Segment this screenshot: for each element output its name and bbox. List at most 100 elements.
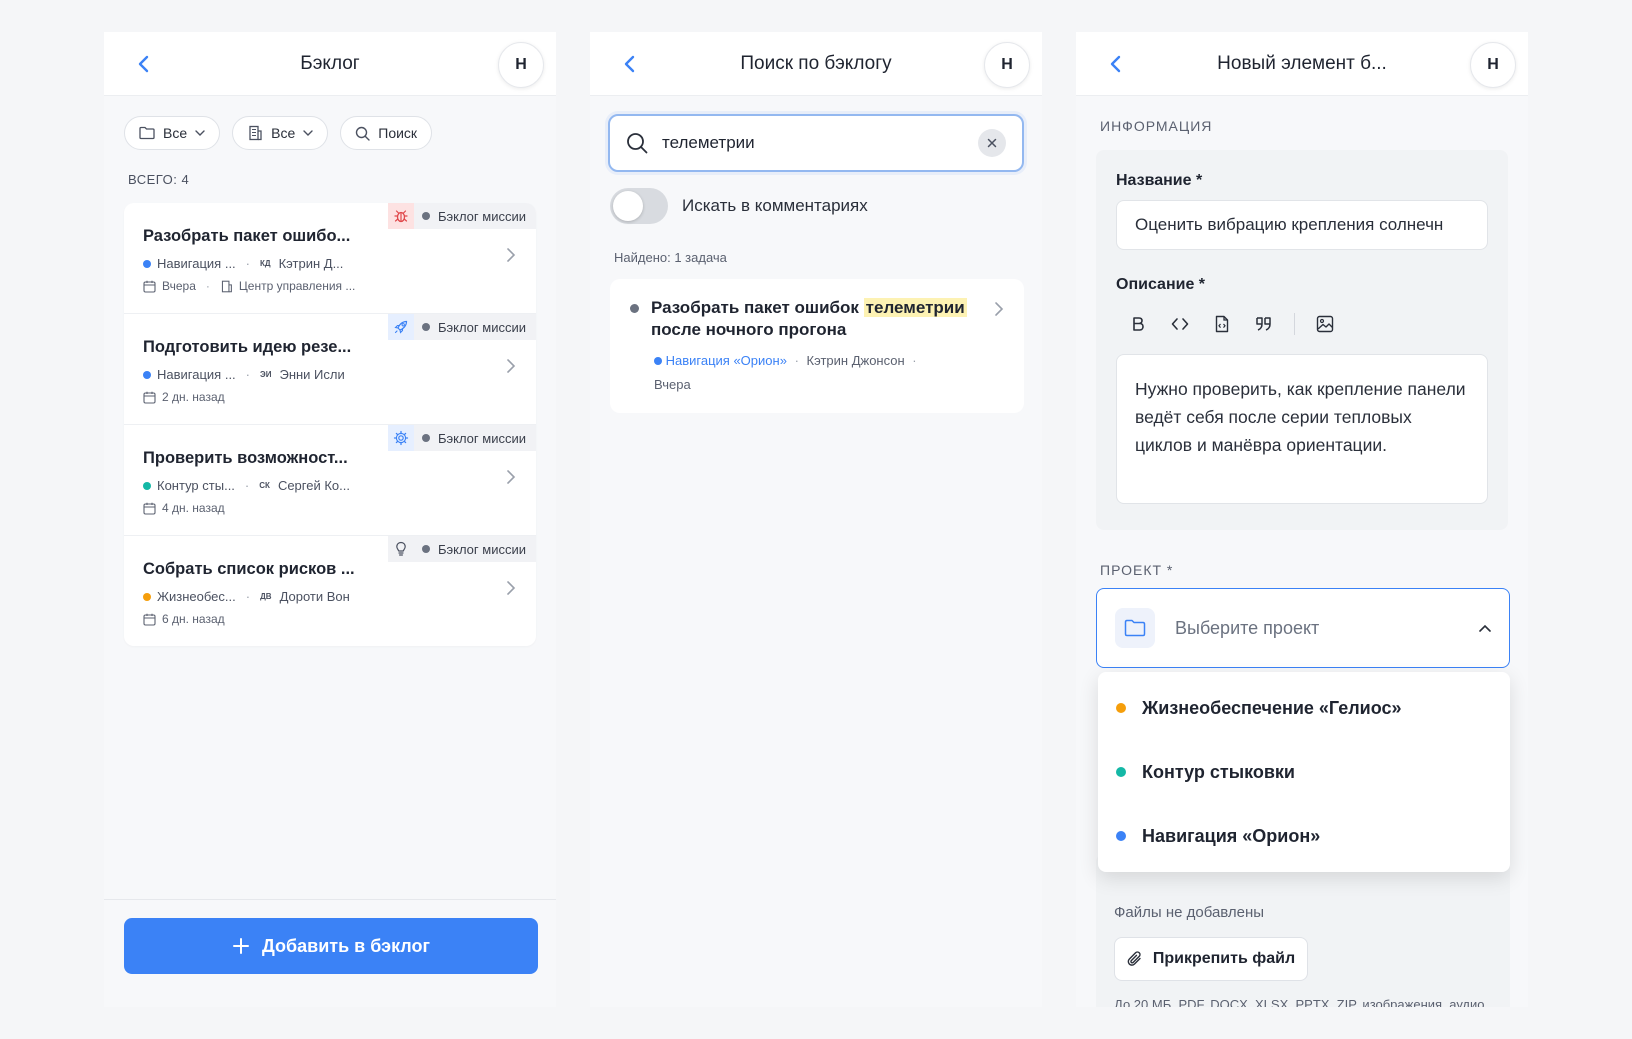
rocket-icon bbox=[387, 314, 414, 340]
back-icon[interactable] bbox=[132, 52, 156, 76]
project-option-label: Навигация «Орион» bbox=[1142, 825, 1321, 846]
footer-bar: Добавить в бэклог bbox=[104, 899, 556, 1007]
chevron-down-icon bbox=[303, 130, 313, 136]
card-title: Разобрать пакет ошибо... bbox=[143, 227, 351, 245]
search-panel: Поиск по бэклогу Н Искать в комментариях… bbox=[590, 32, 1042, 1007]
card-meta-secondary: 4 дн. назад bbox=[143, 501, 518, 515]
card-assignee: Дороти Вон bbox=[279, 589, 350, 604]
project-dot bbox=[654, 357, 662, 365]
project-option[interactable]: Навигация «Орион» bbox=[1098, 804, 1510, 868]
project-filter[interactable]: Все bbox=[124, 116, 221, 150]
search-chip[interactable]: Поиск bbox=[340, 116, 433, 150]
toggle-knob bbox=[613, 191, 643, 221]
editor-toolbar bbox=[1126, 310, 1488, 338]
avatar[interactable]: Н bbox=[498, 42, 544, 88]
building-icon bbox=[249, 125, 262, 141]
backlog-card[interactable]: Бэклог миссии Подготовить идею резе... Н… bbox=[124, 314, 536, 425]
result-title: Разобрать пакет ошибок телеметрии после н… bbox=[630, 297, 1004, 341]
chevron-right-icon bbox=[507, 359, 516, 373]
backlog-card[interactable]: Бэклог миссии Собрать список рисков ... … bbox=[124, 536, 536, 646]
separator: · bbox=[912, 353, 917, 368]
code-icon[interactable] bbox=[1168, 312, 1192, 336]
card-meta: Навигация ... · КД Кэтрин Д... bbox=[143, 256, 518, 271]
card-date: 4 дн. назад bbox=[162, 501, 225, 515]
clear-search-button[interactable] bbox=[978, 129, 1006, 157]
project-placeholder: Выберите проект bbox=[1175, 617, 1320, 638]
name-field[interactable]: Оценить вибрацию крепления солнечн bbox=[1116, 200, 1488, 250]
card-date: 2 дн. назад bbox=[162, 390, 225, 404]
back-icon[interactable] bbox=[618, 52, 642, 76]
tag-dot bbox=[421, 323, 430, 331]
bold-icon[interactable] bbox=[1126, 312, 1150, 336]
project-option[interactable]: Жизнеобеспечение «Гелиос» bbox=[1098, 676, 1510, 740]
attach-button-label: Прикрепить файл bbox=[1152, 950, 1296, 967]
search-icon bbox=[627, 133, 648, 154]
add-to-backlog-button[interactable]: Добавить в бэклог bbox=[124, 918, 538, 974]
result-title-text: после ночного прогона bbox=[651, 320, 847, 339]
tag-dot bbox=[421, 434, 430, 442]
project-select[interactable]: Выберите проект bbox=[1096, 588, 1510, 668]
toggle-label: Искать в комментариях bbox=[682, 196, 868, 215]
separator: · bbox=[205, 279, 210, 293]
top-bar: Новый элемент б... Н bbox=[1076, 32, 1528, 96]
description-label: Описание * bbox=[1116, 276, 1206, 293]
card-meta: Навигация ... · ЭИ Энни Исли bbox=[143, 367, 518, 382]
card-tag: Бэклог миссии bbox=[387, 536, 536, 562]
search-comments-row: Искать в комментариях bbox=[610, 188, 1042, 224]
card-location: Центр управления ... bbox=[238, 279, 356, 293]
card-project: Навигация ... bbox=[157, 367, 236, 382]
new-item-panel: Новый элемент б... Н ИНФОРМАЦИЯ Название… bbox=[1076, 32, 1528, 1007]
card-title: Подготовить идею резе... bbox=[143, 338, 352, 356]
chevron-right-icon bbox=[507, 581, 516, 595]
image-icon[interactable] bbox=[1313, 312, 1337, 336]
search-field bbox=[608, 114, 1024, 172]
file-code-icon[interactable] bbox=[1210, 312, 1234, 336]
top-bar: Бэклог Н bbox=[104, 32, 556, 96]
plus-icon bbox=[233, 938, 249, 954]
card-tag: Бэклог миссии bbox=[387, 314, 536, 340]
separator: · bbox=[245, 256, 251, 271]
filter-label: Все bbox=[163, 125, 188, 141]
search-comments-toggle[interactable] bbox=[610, 188, 668, 224]
location-filter[interactable]: Все bbox=[232, 116, 329, 150]
info-form: Название * Оценить вибрацию крепления со… bbox=[1096, 150, 1508, 530]
project-option-label: Контур стыковки bbox=[1142, 761, 1295, 782]
separator: · bbox=[794, 353, 799, 368]
card-meta: Контур сты... · СК Сергей Ко... bbox=[143, 478, 518, 493]
avatar[interactable]: Н bbox=[1470, 42, 1516, 88]
calendar-icon bbox=[143, 502, 156, 515]
backlog-list: Бэклог миссии Разобрать пакет ошибо... Н… bbox=[124, 203, 536, 646]
calendar-icon bbox=[143, 613, 156, 626]
search-result[interactable]: Разобрать пакет ошибок телеметрии после н… bbox=[610, 279, 1024, 413]
card-project: Жизнеобес... bbox=[157, 589, 236, 604]
card-meta-secondary: 6 дн. назад bbox=[143, 612, 518, 626]
project-dot bbox=[1116, 767, 1126, 777]
filter-label: Все bbox=[271, 125, 296, 141]
project-dot bbox=[143, 481, 151, 490]
project-dot bbox=[1116, 703, 1126, 713]
card-tag: Бэклог миссии bbox=[387, 203, 536, 229]
backlog-card[interactable]: Бэклог миссии Разобрать пакет ошибо... Н… bbox=[124, 203, 536, 314]
project-dot bbox=[143, 370, 151, 379]
search-highlight: телеметрии bbox=[863, 298, 967, 317]
tag-label: Бэклог миссии bbox=[437, 208, 526, 224]
avatar[interactable]: Н bbox=[984, 42, 1030, 88]
separator: · bbox=[244, 478, 250, 493]
card-assignee: Кэтрин Д... bbox=[278, 256, 344, 271]
description-field[interactable]: Нужно проверить, как крепление панели ве… bbox=[1116, 354, 1488, 504]
tag-dot bbox=[421, 545, 430, 553]
attach-file-button[interactable]: Прикрепить файл bbox=[1114, 937, 1308, 981]
backlog-card[interactable]: Бэклог миссии Проверить возможност... Ко… bbox=[124, 425, 536, 536]
folder-icon bbox=[1115, 608, 1155, 648]
card-title: Собрать список рисков ... bbox=[143, 560, 355, 578]
assignee-initials: КД bbox=[260, 259, 271, 268]
assignee-initials: ЭИ bbox=[260, 370, 272, 379]
search-input[interactable] bbox=[662, 133, 964, 153]
separator: · bbox=[245, 367, 251, 382]
back-icon[interactable] bbox=[1104, 52, 1128, 76]
project-option[interactable]: Контур стыковки bbox=[1098, 740, 1510, 804]
folder-icon bbox=[139, 126, 155, 140]
quote-icon[interactable] bbox=[1252, 312, 1276, 336]
filter-label: Поиск bbox=[378, 125, 418, 141]
chevron-right-icon bbox=[507, 248, 516, 262]
